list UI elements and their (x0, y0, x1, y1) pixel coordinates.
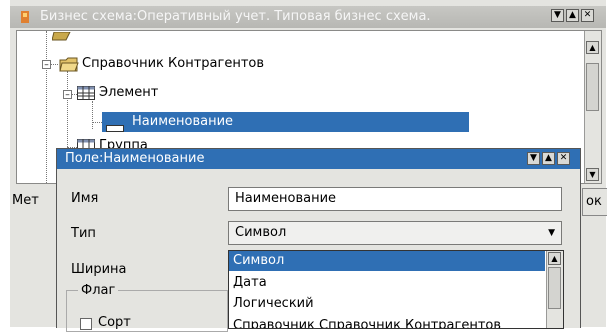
outer-window-title: Бизнес схема:Оперативный учет. Типовая б… (40, 9, 431, 24)
tree-item-label: Наименование (132, 114, 234, 129)
minimize-icon: ▼ (530, 153, 537, 163)
tree-scrollbar[interactable]: ▲ ▼ (584, 31, 601, 183)
arrow-up-icon: ▲ (551, 254, 558, 263)
dropdown-option[interactable]: Логический (229, 294, 545, 314)
width-label: Ширина (71, 262, 127, 277)
scroll-up-button[interactable]: ▲ (548, 252, 561, 265)
scroll-down-button[interactable]: ▼ (586, 168, 599, 181)
arrow-down-icon: ▼ (589, 170, 596, 179)
scroll-thumb[interactable] (586, 63, 599, 111)
tree-item-label: Элемент (99, 85, 159, 100)
dropdown-option[interactable]: Справочник Справочник Контрагентов (229, 316, 545, 328)
ok-button[interactable]: ок (582, 188, 607, 216)
close-icon: ✕ (559, 153, 568, 163)
maximize-button[interactable]: ▲ (566, 9, 579, 22)
tree-item-element[interactable]: Элемент (99, 83, 158, 103)
tree-item-label: Справочник Контрагентов (82, 56, 265, 71)
dialog-title: Поле:Наименование (65, 151, 205, 166)
scroll-up-button[interactable]: ▲ (586, 41, 599, 54)
type-dropdown-list[interactable]: Символ Дата Логический Справочник Справо… (228, 250, 564, 329)
dropdown-scrollbar[interactable]: ▲ (546, 251, 563, 328)
app-icon (20, 10, 30, 24)
type-select[interactable]: Символ ▼ (228, 221, 562, 245)
scroll-thumb[interactable] (548, 267, 561, 309)
name-input[interactable]: Наименование (228, 187, 562, 211)
dropdown-option[interactable]: Символ (229, 251, 545, 271)
ok-button-label: ок (586, 194, 602, 209)
arrow-up-icon: ▲ (589, 43, 596, 52)
table-icon (77, 86, 95, 104)
outer-title-bar[interactable]: Бизнес схема:Оперативный учет. Типовая б… (10, 6, 606, 28)
dialog-title-bar[interactable]: Поле:Наименование ▼ ▲ ✕ (57, 149, 580, 169)
type-select-value: Символ (235, 225, 287, 240)
maximize-icon: ▲ (545, 153, 552, 163)
dropdown-option[interactable]: Дата (229, 273, 545, 293)
dialog-maximize-button[interactable]: ▲ (542, 152, 555, 165)
collapse-toggle[interactable]: – (63, 90, 72, 100)
dialog-close-button[interactable]: ✕ (557, 152, 570, 165)
close-icon: ✕ (583, 10, 592, 20)
side-label-left: Мет (12, 193, 39, 208)
dialog-minimize-button[interactable]: ▼ (527, 152, 540, 165)
chevron-down-icon: ▼ (548, 228, 555, 238)
type-label: Тип (71, 226, 96, 241)
tree-item-contractors[interactable]: Справочник Контрагентов (82, 54, 264, 74)
tree-item-name-field[interactable]: Наименование (102, 112, 469, 132)
sort-checkbox-label: Сорт (98, 315, 131, 330)
maximize-icon: ▲ (569, 10, 576, 20)
name-label: Имя (71, 191, 99, 206)
minimize-icon: ▼ (554, 10, 561, 20)
collapse-toggle[interactable]: – (42, 60, 51, 70)
folder-icon (59, 55, 79, 77)
partial-folder-icon (51, 31, 72, 46)
close-button[interactable]: ✕ (581, 9, 594, 22)
minimize-button[interactable]: ▼ (551, 9, 564, 22)
flag-group-title: Флаг (78, 283, 119, 298)
sort-checkbox[interactable] (80, 318, 92, 330)
